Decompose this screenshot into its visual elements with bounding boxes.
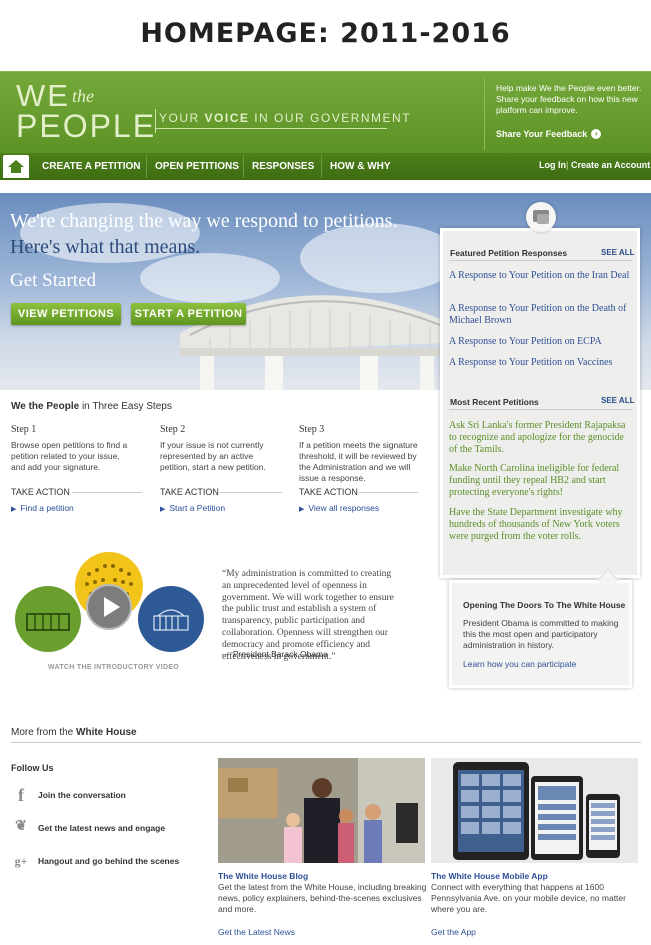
featured-see-all[interactable]: SEE ALL <box>601 248 634 257</box>
step-link[interactable]: ▶ View all responses <box>299 503 379 513</box>
nav-create-petition[interactable]: CREATE A PETITION <box>36 155 147 178</box>
featured-response-link[interactable]: A Response to Your Petition on the Death… <box>449 303 634 327</box>
create-account-link[interactable]: Create an Account <box>571 160 650 170</box>
video-play-button[interactable] <box>86 584 132 630</box>
follow-us-heading: Follow Us <box>11 763 54 773</box>
take-action-label: TAKE ACTION <box>299 487 358 497</box>
tagline-underline <box>155 128 387 129</box>
mobile-app-photo[interactable] <box>431 758 638 863</box>
more-title: More from the White House <box>11 727 137 738</box>
recent-see-all[interactable]: SEE ALL <box>601 396 634 405</box>
google-plus-icon[interactable]: g+ <box>13 853 29 869</box>
login-link[interactable]: Log In <box>539 160 566 170</box>
tagline-divider <box>155 109 156 133</box>
nav-divider <box>321 155 322 178</box>
nav-how-why[interactable]: HOW & WHY <box>324 155 397 178</box>
panel-rule <box>449 260 632 261</box>
card-title[interactable]: The White House Mobile App <box>431 871 548 881</box>
take-action-rule <box>220 492 282 493</box>
white-house-illustration <box>180 295 460 390</box>
panel-rule <box>449 409 632 410</box>
video-caption[interactable]: WATCH THE INTRODUCTORY VIDEO <box>48 664 179 671</box>
nav-open-petitions[interactable]: OPEN PETITIONS <box>149 155 245 178</box>
social-link[interactable]: Join the conversation <box>38 790 126 800</box>
step-heading: Step 2 <box>160 424 186 435</box>
share-feedback-link[interactable]: Share Your Feedback › <box>496 129 602 139</box>
take-action-label: TAKE ACTION <box>160 487 219 497</box>
featured-heading: Featured Petition Responses <box>450 248 568 258</box>
card-link[interactable]: Get the Latest News <box>218 927 295 937</box>
take-action-rule <box>358 492 418 493</box>
card-text: Connect with everything that happens at … <box>431 882 626 914</box>
logo-people[interactable]: PEOPLE <box>16 108 156 145</box>
featured-response-link[interactable]: A Response to Your Petition on Vaccines <box>449 357 634 369</box>
steps-title: We the People in Three Easy Steps <box>11 401 172 412</box>
step-link[interactable]: ▶ Start a Petition <box>160 503 225 513</box>
section-rule <box>11 742 641 743</box>
nav-divider <box>146 155 147 178</box>
view-petitions-button[interactable]: VIEW PETITIONS <box>11 303 121 325</box>
step-text: If a petition meets the signature thresh… <box>299 440 418 483</box>
recent-heading: Most Recent Petitions <box>450 397 539 407</box>
social-link[interactable]: Hangout and go behind the scenes <box>38 856 179 866</box>
recent-petition-link[interactable]: Have the State Department investigate wh… <box>449 507 634 543</box>
doors-title: Opening The Doors To The White House <box>463 600 626 610</box>
doors-link[interactable]: Learn how you can participate <box>463 659 576 669</box>
tagline: YOUR VOICE IN OUR GOVERNMENT <box>159 111 412 125</box>
nav-divider <box>243 155 244 178</box>
take-action-rule <box>72 492 142 493</box>
step-text: If your issue is not currently represent… <box>160 440 266 472</box>
recent-petition-link[interactable]: Make North Carolina ineligible for feder… <box>449 463 634 499</box>
banner-divider <box>484 78 485 150</box>
login-separator: | <box>566 160 569 170</box>
featured-response-link[interactable]: A Response to Your Petition on the Iran … <box>449 270 634 282</box>
card-link[interactable]: Get the App <box>431 927 476 937</box>
take-action-label: TAKE ACTION <box>11 487 70 497</box>
triangle-right-icon: ▶ <box>160 506 166 513</box>
nav-responses[interactable]: RESPONSES <box>246 155 320 178</box>
step-text: Browse open petitions to find a petition… <box>11 440 128 472</box>
white-house-icon <box>138 586 204 652</box>
get-started-heading: Get Started <box>10 270 97 291</box>
social-link[interactable]: Get the latest news and engage <box>38 823 165 833</box>
card-text: Get the latest from the White House, inc… <box>218 882 427 914</box>
recent-petition-link[interactable]: Ask Sri Lanka's former President Rajapak… <box>449 420 634 456</box>
blog-photo[interactable] <box>218 758 425 863</box>
home-icon <box>8 160 24 173</box>
twitter-icon[interactable]: ❦ <box>13 819 29 835</box>
facebook-icon[interactable]: f <box>13 786 29 804</box>
help-text: Help make We the People even better. Sha… <box>496 83 642 115</box>
featured-response-link[interactable]: A Response to Your Petition on ECPA <box>449 336 634 348</box>
home-button[interactable] <box>3 155 29 178</box>
quote-attribution: — President Barack Obama <box>222 649 328 659</box>
chat-icon-secondary <box>537 214 549 224</box>
page-caption: HOMEPAGE: 2011-2016 <box>140 18 511 49</box>
hero-headline-link: Here's what that means. <box>10 236 201 258</box>
triangle-right-icon: ▶ <box>11 506 17 513</box>
step-heading: Step 1 <box>11 424 37 435</box>
logo-the[interactable]: the <box>72 86 94 107</box>
card-title[interactable]: The White House Blog <box>218 871 308 881</box>
start-petition-button[interactable]: START A PETITION <box>131 303 246 325</box>
hero-headline: We're changing the way we respond to pet… <box>10 210 398 258</box>
triangle-right-icon: ▶ <box>299 506 305 513</box>
arrow-right-icon: › <box>591 129 602 139</box>
doors-text: President Obama is committed to making t… <box>463 618 619 650</box>
keyboard-hands-icon <box>15 586 81 652</box>
step-heading: Step 3 <box>299 424 325 435</box>
play-icon <box>104 597 120 617</box>
step-link[interactable]: ▶ Find a petition <box>11 503 74 513</box>
